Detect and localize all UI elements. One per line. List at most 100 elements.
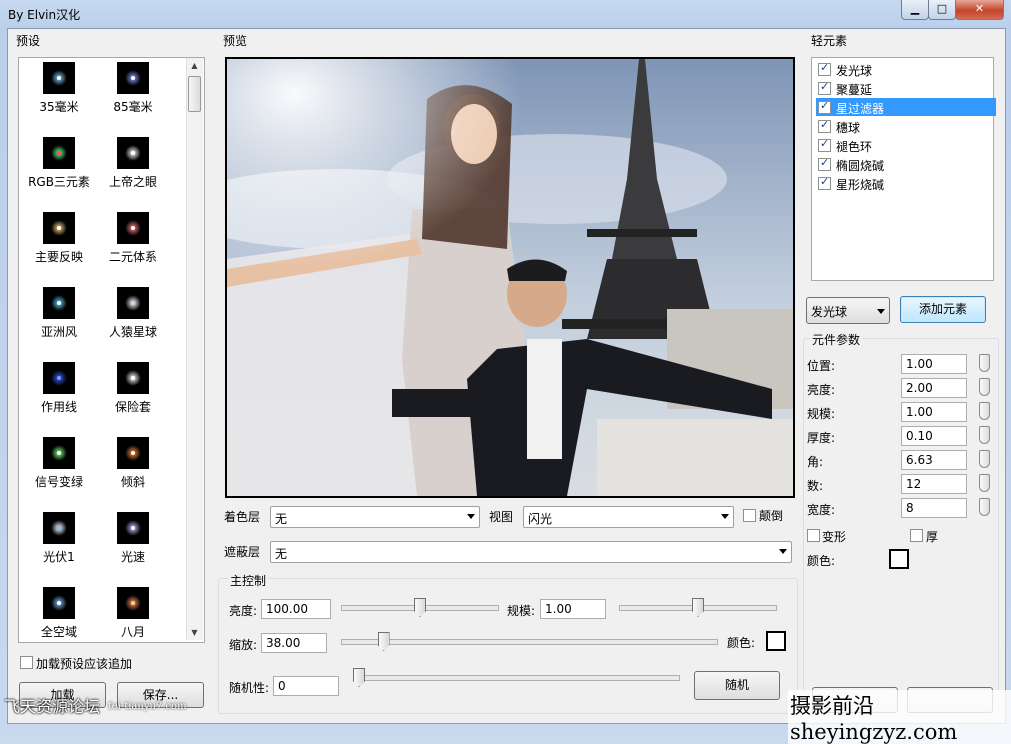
- element-label: 聚蔓延: [836, 83, 873, 97]
- close-button[interactable]: ✕: [955, 0, 1004, 20]
- color-layer-value: 无: [275, 512, 288, 526]
- scroll-up-icon[interactable]: ▲: [187, 58, 202, 73]
- minimize-icon: ▁: [910, 2, 920, 15]
- maximize-button[interactable]: □: [928, 0, 956, 20]
- param-slider-thumb[interactable]: [979, 426, 990, 444]
- preset-item[interactable]: 倾斜: [95, 437, 171, 490]
- param-input[interactable]: 12: [901, 474, 967, 494]
- presets-heading: 预设: [16, 34, 41, 48]
- param-slider-thumb[interactable]: [979, 498, 990, 516]
- param-input[interactable]: 8: [901, 498, 967, 518]
- deform-label: 变形: [822, 530, 847, 544]
- element-checkbox[interactable]: [818, 99, 831, 114]
- param-input[interactable]: 1.00: [901, 402, 967, 422]
- element-list-item[interactable]: 聚蔓延: [816, 79, 996, 97]
- element-checkbox[interactable]: [818, 118, 831, 133]
- element-list-item[interactable]: 星过滤器: [816, 98, 996, 116]
- mask-layer-label: 遮蔽层: [224, 545, 261, 559]
- element-checkbox[interactable]: [818, 156, 831, 171]
- color-swatch[interactable]: [766, 631, 786, 651]
- scroll-down-icon[interactable]: ▼: [187, 625, 202, 640]
- element-checkbox[interactable]: [818, 175, 831, 190]
- preset-item[interactable]: 信号变绿: [21, 437, 97, 490]
- param-slider-thumb[interactable]: [979, 378, 990, 396]
- view-label: 视图: [489, 510, 514, 524]
- color-layer-select[interactable]: 无: [270, 506, 480, 528]
- presets-list[interactable]: 35毫米 85毫米 RGB三元素 上帝之眼主要反映 二元体系亚洲风 人猿星球作用线 保险套信…: [18, 57, 205, 643]
- preset-item[interactable]: 光伏1: [21, 512, 97, 565]
- preset-item[interactable]: 保险套: [95, 362, 171, 415]
- random-input[interactable]: 0: [273, 676, 339, 696]
- preset-item[interactable]: 亚洲风: [21, 287, 97, 340]
- element-label: 星形烧碱: [836, 178, 885, 192]
- chevron-down-icon: [467, 514, 475, 519]
- brightness-input[interactable]: 100.00: [261, 599, 331, 619]
- preview-image[interactable]: [225, 57, 795, 498]
- param-label: 厚度:: [807, 431, 836, 445]
- color-label: 颜色:: [727, 636, 756, 650]
- zoom-input[interactable]: 38.00: [261, 633, 327, 653]
- element-checkbox[interactable]: [818, 61, 831, 76]
- preset-label: 作用线: [40, 400, 77, 414]
- chevron-down-icon: [877, 309, 885, 314]
- elements-list[interactable]: 发光球聚蔓延星过滤器穗球褪色环椭圆烧碱星形烧碱: [811, 57, 996, 281]
- preset-thumbnail: [43, 437, 75, 469]
- param-slider-thumb[interactable]: [979, 474, 990, 492]
- param-slider-thumb[interactable]: [979, 354, 990, 372]
- preset-label: 信号变绿: [34, 475, 83, 489]
- minimize-button[interactable]: ▁: [901, 0, 929, 20]
- preset-item[interactable]: RGB三元素: [21, 137, 97, 190]
- preset-item[interactable]: 八月: [95, 587, 171, 640]
- element-list-item[interactable]: 发光球: [816, 60, 996, 78]
- color-layer-label: 着色层: [224, 510, 261, 524]
- param-value: 2.00: [906, 381, 933, 395]
- preset-thumbnail: [117, 62, 149, 94]
- param-input[interactable]: 0.10: [901, 426, 967, 446]
- zoom-slider-track[interactable]: [341, 639, 718, 645]
- preset-label: 上帝之眼: [108, 175, 157, 189]
- preset-item[interactable]: 人猿星球: [95, 287, 171, 340]
- param-label: 角:: [807, 455, 824, 469]
- random-button[interactable]: 随机: [694, 671, 780, 700]
- scale-input[interactable]: 1.00: [540, 599, 606, 619]
- element-checkbox[interactable]: [818, 80, 831, 95]
- append-preset-checkbox[interactable]: [20, 656, 33, 669]
- random-slider-track[interactable]: [353, 675, 680, 681]
- thick-checkbox[interactable]: [910, 529, 923, 542]
- param-slider-thumb[interactable]: [979, 450, 990, 468]
- preview-heading: 预览: [223, 34, 248, 48]
- param-label: 规模:: [807, 407, 836, 421]
- element-checkbox[interactable]: [818, 137, 831, 152]
- param-input[interactable]: 2.00: [901, 378, 967, 398]
- preset-thumbnail: [117, 587, 149, 619]
- preset-thumbnail: [43, 287, 75, 319]
- param-value: 8: [906, 501, 914, 515]
- element-list-item[interactable]: 褪色环: [816, 136, 996, 154]
- preset-item[interactable]: 全空域: [21, 587, 97, 640]
- scroll-thumb[interactable]: [188, 76, 201, 112]
- view-select[interactable]: 闪光: [523, 506, 734, 528]
- element-list-item[interactable]: 椭圆烧碱: [816, 155, 996, 173]
- preset-item[interactable]: 作用线: [21, 362, 97, 415]
- preset-item[interactable]: 35毫米: [21, 62, 97, 115]
- element-type-select[interactable]: 发光球: [806, 297, 890, 324]
- preset-item[interactable]: 主要反映: [21, 212, 97, 265]
- element-list-item[interactable]: 星形烧碱: [816, 174, 996, 192]
- param-slider-thumb[interactable]: [979, 402, 990, 420]
- preset-label: 二元体系: [108, 250, 157, 264]
- param-input[interactable]: 6.63: [901, 450, 967, 470]
- preset-item[interactable]: 光速: [95, 512, 171, 565]
- presets-scrollbar[interactable]: ▲ ▼: [186, 58, 203, 640]
- param-value: 1.00: [906, 357, 933, 371]
- preset-item[interactable]: 85毫米: [95, 62, 171, 115]
- element-color-swatch[interactable]: [889, 549, 909, 569]
- invert-checkbox[interactable]: [743, 509, 756, 522]
- mask-layer-select[interactable]: 无: [270, 541, 792, 563]
- deform-checkbox[interactable]: [807, 529, 820, 542]
- param-input[interactable]: 1.00: [901, 354, 967, 374]
- title-bar[interactable]: By Elvin汉化 ▁ □ ✕: [0, 0, 1011, 28]
- element-list-item[interactable]: 穗球: [816, 117, 996, 135]
- preset-item[interactable]: 上帝之眼: [95, 137, 171, 190]
- preset-item[interactable]: 二元体系: [95, 212, 171, 265]
- add-element-button[interactable]: 添加元素: [900, 296, 986, 323]
